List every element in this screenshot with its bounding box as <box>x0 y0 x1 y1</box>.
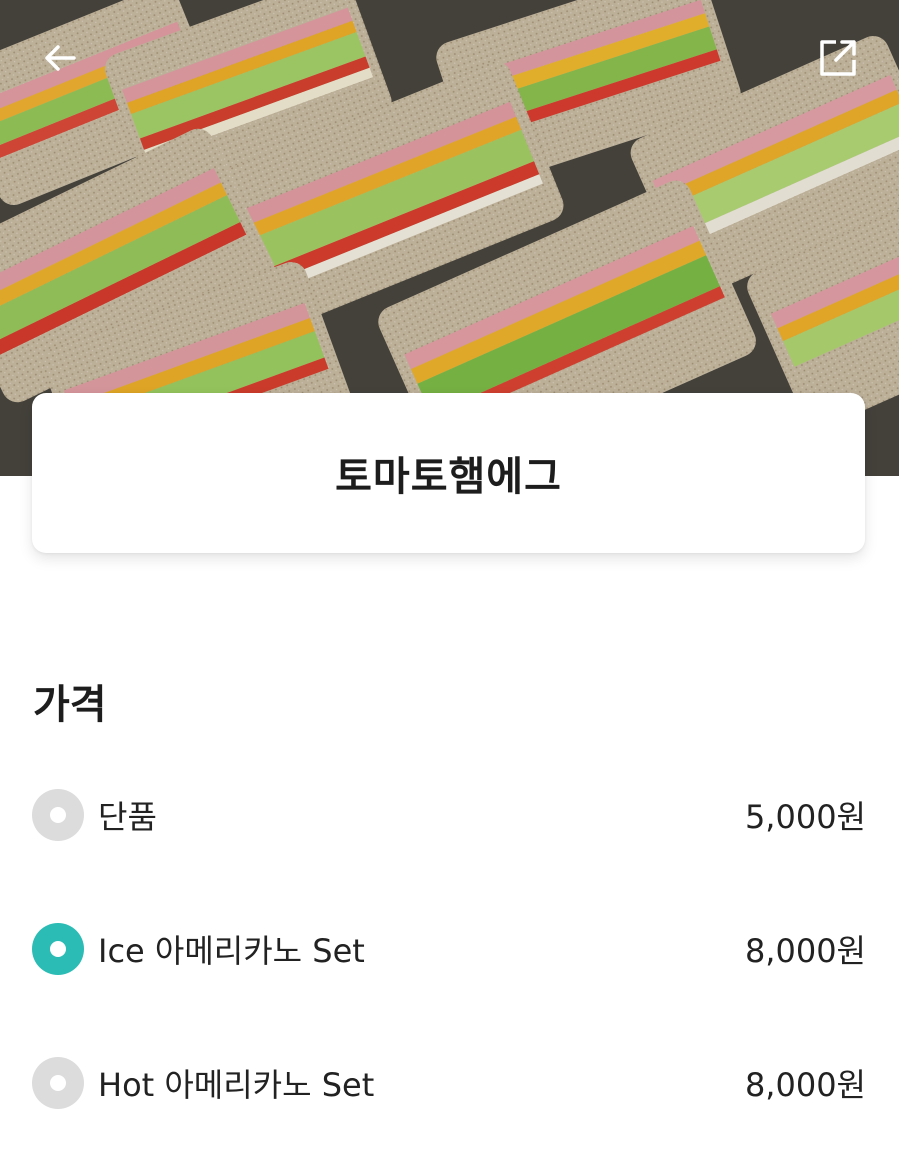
radio-button[interactable] <box>32 1057 84 1109</box>
product-title-card: 토마토햄에그 <box>32 393 865 553</box>
option-label: Hot 아메리카노 Set <box>98 1066 375 1104</box>
share-button[interactable] <box>810 30 866 86</box>
option-price: 8,000원 <box>744 1066 866 1104</box>
back-button[interactable] <box>32 30 88 86</box>
price-option-single[interactable]: 단품 5,000원 <box>32 785 866 845</box>
external-link-icon <box>820 40 856 76</box>
arrow-left-icon <box>45 45 76 71</box>
option-label: Ice 아메리카노 Set <box>98 932 365 970</box>
product-name: 토마토햄에그 <box>335 454 562 500</box>
price-option-ice-americano-set[interactable]: Ice 아메리카노 Set 8,000원 <box>32 919 866 979</box>
price-section-title: 가격 <box>33 682 107 728</box>
radio-button-selected[interactable] <box>32 923 84 975</box>
option-price: 8,000원 <box>744 932 866 970</box>
radio-button[interactable] <box>32 789 84 841</box>
option-label: 단품 <box>98 798 157 836</box>
price-option-hot-americano-set[interactable]: Hot 아메리카노 Set 8,000원 <box>32 1053 866 1113</box>
option-price: 5,000원 <box>744 798 866 836</box>
